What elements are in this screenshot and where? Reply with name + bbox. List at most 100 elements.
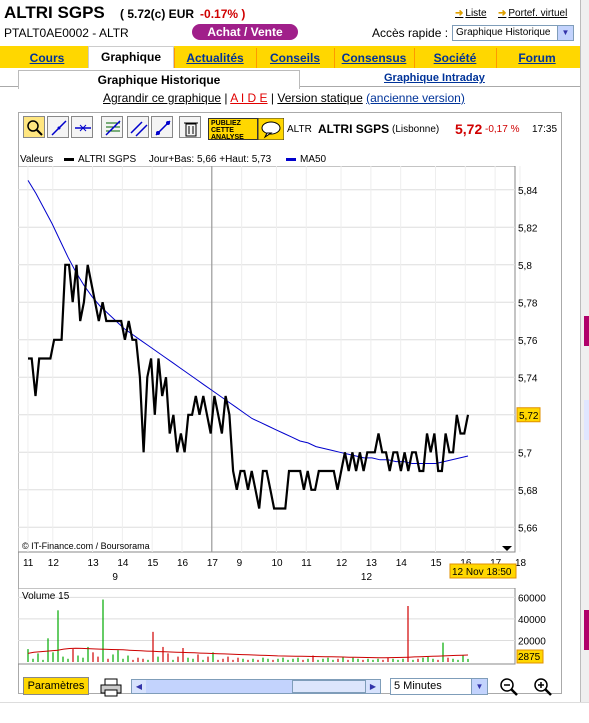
day-label: 12 [361,572,373,583]
x-tick-label: 12 [336,558,348,569]
stock-price: ( 5.72(c) EUR -0.17% ) [120,7,245,21]
version-statique-link[interactable]: Version statique [277,91,362,105]
chart-time: 17:35 [532,124,558,135]
price-change: -0.17% ) [200,7,246,21]
publiez-line: CETTE [211,127,234,134]
tab-forum[interactable]: Forum [496,48,577,68]
interval-select[interactable]: 5 Minutes ▼ [390,678,488,695]
print-icon[interactable] [100,677,122,697]
chevron-down-icon: ▼ [471,679,487,694]
arrow-right-icon: ➜ [455,8,464,19]
x-tick-label: 18 [515,558,527,569]
x-tick-label: 12 [48,558,60,569]
y-tick-label: 5,76 [518,336,538,347]
svg-text:2875: 2875 [518,652,541,663]
y-tick-label: 5,8 [518,261,532,272]
date-tag: 12 Nov 18:50 [449,563,517,579]
y-tick-label: 5,66 [518,523,538,534]
aide-link[interactable]: A I D E [230,91,267,105]
y-tick-label: 5,68 [518,486,538,497]
publiez-line: ANALYSE [211,134,244,141]
chart-price: 5,72 [455,121,483,137]
chart-legend: Valeurs ALTRI SGPS Jour+Bas: 5,66 +Haut:… [20,154,330,165]
svg-text:12 Nov 18:50: 12 Nov 18:50 [452,567,512,578]
channel-tool-icon[interactable] [127,116,149,138]
svg-text:5,72: 5,72 [519,411,539,422]
x-tick-label: 13 [88,558,100,569]
trash-icon[interactable] [179,116,201,138]
zoom-select-tool-icon[interactable] [23,116,45,138]
liste-link[interactable]: ➜ Liste [455,8,487,19]
tab-consensus[interactable]: Consensus [334,48,413,68]
acces-rapide-label: Accès rapide : [372,26,449,40]
y-tick-label: 5,84 [518,186,538,197]
fibonacci-tool-icon[interactable] [101,116,123,138]
zoom-out-icon[interactable] [498,676,520,698]
parametres-button[interactable]: Paramètres [23,677,89,695]
legend-swatch-price [63,157,74,161]
y-tick-label: 5,82 [518,223,538,234]
interval-value: 5 Minutes [394,680,442,692]
portefeuille-label: Portef. virtuel [508,8,568,19]
chart-stock-name: ALTRI SGPS [318,122,390,136]
volume-tick-label: 40000 [518,615,546,626]
volume-tick-label: 60000 [518,593,546,604]
horizontal-line-tool-icon[interactable] [71,116,93,138]
cursor-line-tool-icon[interactable] [151,116,173,138]
chart-symbol: ALTR [287,124,312,135]
tab-conseils[interactable]: Conseils [256,48,333,68]
speech-bubble-icon[interactable] [257,117,285,141]
x-tick-label: 14 [117,558,129,569]
volume-label: Volume 15 [22,591,70,602]
scroll-thumb[interactable] [292,680,366,693]
y-tick-label: 5,78 [518,298,538,309]
tab-societe[interactable]: Société [414,48,495,68]
side-banner [584,400,589,440]
x-tick-label: 9 [237,558,243,569]
publiez-line: PUBLIEZ [211,120,241,127]
x-tick-label: 16 [177,558,189,569]
volume-chart[interactable]: Volume 15 60000 40000 20000 2875 [18,588,553,668]
achat-vente-button[interactable]: Achat / Vente [192,24,298,40]
subtab-graphique-intraday[interactable]: Graphique Intraday [384,72,485,84]
acces-rapide-select[interactable]: Graphique Historique ▼ [452,25,574,41]
tab-graphique[interactable]: Graphique [88,46,174,69]
ancienne-version-link[interactable]: (ancienne version) [366,91,465,105]
portefeuille-link[interactable]: ➜ Portef. virtuel [498,8,567,19]
separator: | [221,91,231,105]
volume-tick-label: 20000 [518,636,546,647]
x-tick-label: 15 [147,558,159,569]
tab-cours[interactable]: Cours [8,48,86,68]
x-tick-label: 17 [207,558,219,569]
scroll-right-icon[interactable]: ▶ [366,680,380,693]
publiez-analyse-button[interactable]: PUBLIEZ CETTE ANALYSE [208,118,258,141]
chart-change: -0,17 % [485,124,520,135]
separator: | [267,91,278,105]
x-tick-label: 10 [271,558,283,569]
side-banner [584,610,589,650]
volume-last-tag: 2875 [516,649,544,664]
main-tab-bar: Cours Graphique Actualités Conseils Cons… [0,46,580,69]
price-value: ( 5.72(c) EUR [120,7,195,21]
chart-credit: © IT-Finance.com / Boursorama [22,541,150,551]
x-tick-label: 15 [430,558,442,569]
x-tick-label: 11 [23,558,34,569]
legend-stats: Jour+Bas: 5,66 +Haut: 5,73 [148,154,272,165]
agrandir-link[interactable]: Agrandir ce graphique [103,91,221,105]
tab-actualites[interactable]: Actualités [174,48,255,68]
y-tick-label: 5,7 [518,448,532,459]
price-chart[interactable]: 5,84 5,82 5,8 5,78 5,76 5,74 5,72 5,7 5,68 5,66 1… [18,166,553,586]
legend-swatch-ma [286,157,296,161]
arrow-right-icon: ➜ [498,8,507,19]
scroll-left-icon[interactable]: ◀ [132,680,146,693]
legend-valeurs: Valeurs [20,154,54,165]
zoom-in-icon[interactable] [532,676,554,698]
x-tick-label: 11 [301,558,312,569]
last-price-tag: 5,72 [516,407,541,423]
day-label: 9 [112,572,118,583]
trendline-tool-icon[interactable] [47,116,69,138]
side-banner [584,316,589,346]
page-footer [0,702,589,723]
time-scrollbar[interactable]: ◀ ▶ [131,679,381,694]
subtab-graphique-historique[interactable]: Graphique Historique [18,70,300,89]
